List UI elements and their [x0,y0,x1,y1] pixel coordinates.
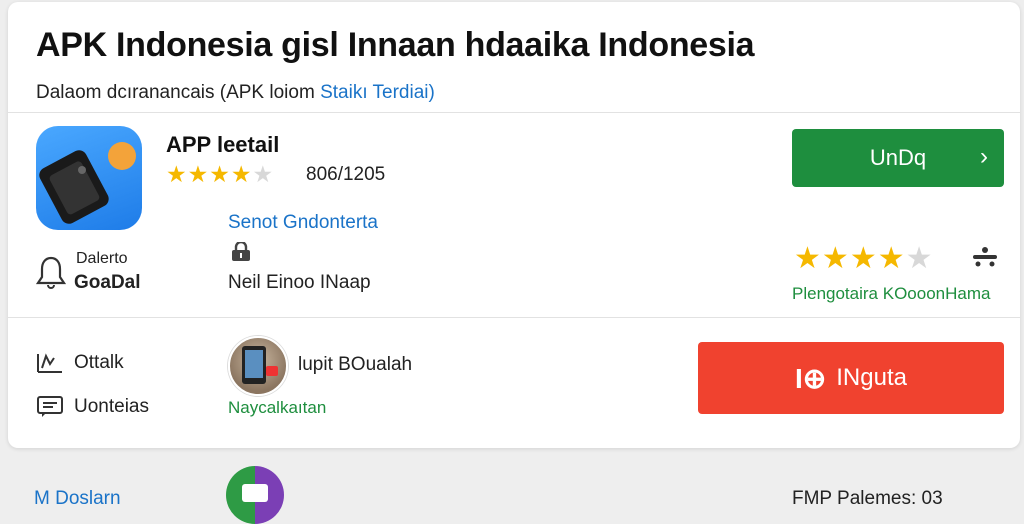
action-icon: I⊕ [795,362,827,394]
star-icon: ★ [252,161,274,187]
page-title: APK Indonesia gisl Innaan hdaaika Indone… [36,26,755,64]
bell-icon[interactable] [35,254,67,290]
star-icon: ★ [849,242,877,275]
secondary-action-button[interactable]: I⊕ INguta [698,342,1004,414]
subtitle-highlight-link[interactable]: Staikı Terdiai) [320,82,435,103]
chevron-right-icon: › [980,143,988,170]
rating-count: 806/1205 [306,164,386,185]
page-subtitle: Dalaom dcıranancais (APK loiom Staikı Te… [36,82,435,104]
star-icon: ★ [166,161,187,187]
right-caption: Plengotaira KOooonHama [792,284,991,303]
app-badge-icon[interactable] [226,466,284,524]
divider [8,317,1020,318]
star-icon: ★ [230,161,252,187]
star-icon: ★ [821,242,849,275]
star-icon: ★ [187,161,209,187]
row-label-updates[interactable]: Uonteias [74,396,149,418]
app-detail-card: APK Indonesia gisl Innaan hdaaika Indone… [8,2,1020,448]
subtitle-text: Dalaom dcıranancais (APK loiom [36,82,321,103]
developer-link[interactable]: Senot Gndonterta [228,212,378,234]
author-avatar[interactable] [228,336,288,396]
app-meta-text: Neil Einoo INaap [228,272,371,293]
right-rating-stars: ★ ★ ★ ★ ★ [794,244,933,274]
app-name: APP leetail [166,132,280,157]
left-label-bottom: GoaDal [74,272,141,293]
chart-icon [36,350,64,380]
author-name: lupit BOualah [298,354,413,375]
star-icon: ★ [905,242,933,275]
star-icon: ★ [794,242,821,275]
divider [8,112,1020,113]
star-icon: ★ [209,161,230,187]
settings-icon[interactable] [972,246,998,274]
secondary-button-label: INguta [836,364,907,391]
app-rating-stars: ★ ★ ★ ★ ★ [166,162,273,186]
list-icon [36,394,64,424]
footer-right-text: FMP Palemes: 03 [792,488,943,509]
left-label-top: Dalerto [76,250,128,267]
primary-button-label: UnDq [869,145,927,170]
app-icon[interactable] [36,126,142,230]
star-icon: ★ [877,242,905,275]
primary-download-button[interactable]: UnDq › [792,129,1004,187]
row-label-stats[interactable]: Ottalk [74,352,124,374]
footer-left-link[interactable]: M Doslarn [34,488,121,510]
lock-icon [230,240,252,268]
author-subtitle[interactable]: Naycalkaıtan [228,398,326,418]
